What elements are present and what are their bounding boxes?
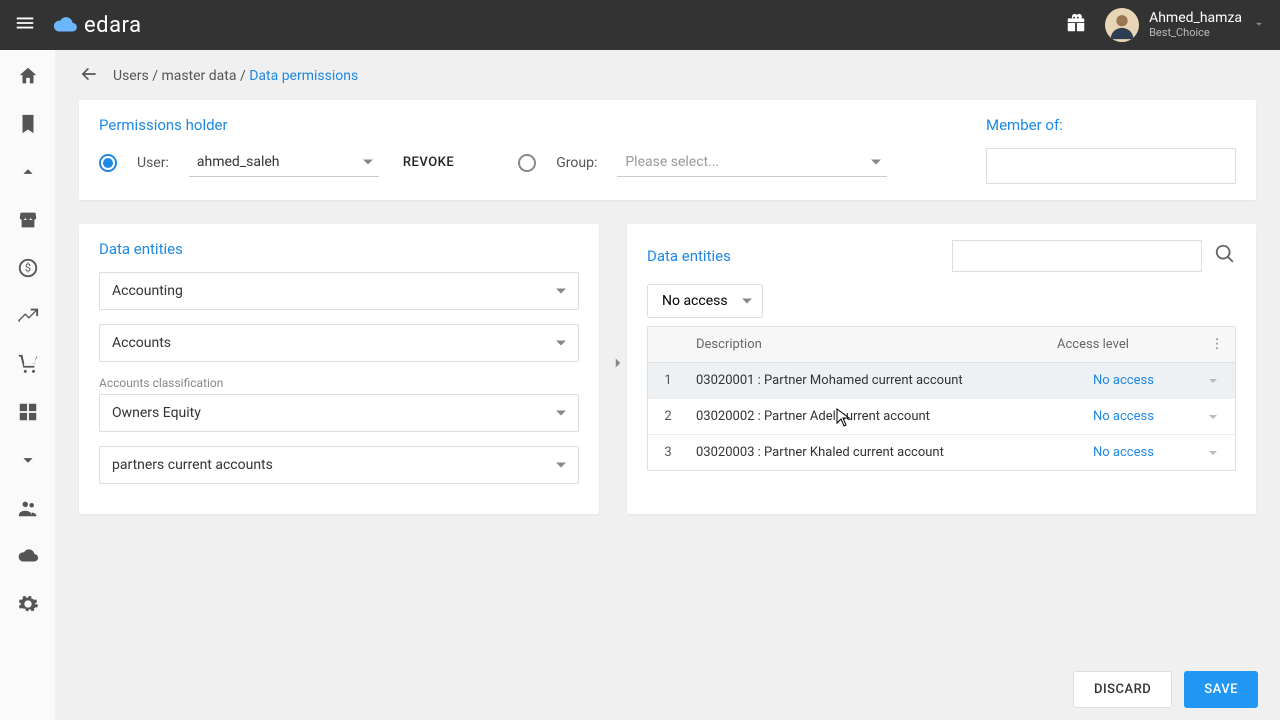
member-of-box[interactable] xyxy=(986,148,1236,184)
search-input[interactable] xyxy=(952,240,1202,272)
classification-select[interactable]: Owners Equity xyxy=(99,394,579,432)
entities-table: Description Access level ⋮ 1 03020001 : … xyxy=(647,326,1236,471)
people-icon[interactable] xyxy=(16,496,40,520)
left-title: Data entities xyxy=(99,240,579,258)
breadcrumb-master[interactable]: master data xyxy=(161,68,236,84)
bulk-access-select[interactable]: No access xyxy=(647,284,763,318)
row-access-select[interactable]: No access xyxy=(1085,435,1235,470)
classification-label: Accounts classification xyxy=(99,376,579,390)
row-access-select[interactable]: No access xyxy=(1085,399,1235,434)
bookmark-icon[interactable] xyxy=(16,112,40,136)
user-radio[interactable] xyxy=(99,154,117,172)
right-entities-panel: Data entities No access Description Acce… xyxy=(627,224,1256,514)
chevron-down-icon[interactable] xyxy=(16,448,40,472)
table-menu-icon[interactable]: ⋮ xyxy=(1199,327,1235,362)
home-icon[interactable] xyxy=(16,64,40,88)
permissions-holder-card: Permissions holder User: ahmed_saleh REV… xyxy=(79,100,1256,200)
col-description: Description xyxy=(688,327,1049,362)
col-access: Access level xyxy=(1049,327,1199,362)
leaf-select[interactable]: partners current accounts xyxy=(99,446,579,484)
save-button[interactable]: SAVE xyxy=(1184,671,1258,708)
group-label: Group: xyxy=(556,155,597,171)
user-subtitle: Best_Choice xyxy=(1149,27,1242,39)
breadcrumb-users[interactable]: Users xyxy=(113,68,149,84)
table-row[interactable]: 1 03020001 : Partner Mohamed current acc… xyxy=(648,363,1235,399)
chevron-up-icon[interactable] xyxy=(16,160,40,184)
left-entities-panel: Data entities Accounting Accounts Accoun… xyxy=(79,224,599,514)
user-name: Ahmed_hamza xyxy=(1149,11,1242,26)
table-row[interactable]: 2 03020002 : Partner Adel current accoun… xyxy=(648,399,1235,435)
user-menu[interactable]: Ahmed_hamza Best_Choice xyxy=(1105,8,1266,42)
gear-icon[interactable] xyxy=(16,592,40,616)
sidebar: $ xyxy=(0,50,55,720)
row-access-select[interactable]: No access xyxy=(1085,363,1235,398)
main-content: Users / master data / Data permissions P… xyxy=(55,50,1280,720)
grid-icon[interactable] xyxy=(16,400,40,424)
brand-text: edara xyxy=(84,13,142,38)
menu-icon[interactable] xyxy=(14,12,36,38)
category-select[interactable]: Accounting xyxy=(99,272,579,310)
group-select[interactable]: Please select... xyxy=(617,148,887,177)
right-title: Data entities xyxy=(647,247,731,265)
money-icon[interactable]: $ xyxy=(16,256,40,280)
member-of-title: Member of: xyxy=(986,116,1236,134)
user-label: User: xyxy=(137,155,169,171)
top-bar: edara Ahmed_hamza Best_Choice xyxy=(0,0,1280,50)
gift-icon[interactable] xyxy=(1065,12,1087,38)
discard-button[interactable]: DISCARD xyxy=(1073,671,1172,708)
store-icon[interactable] xyxy=(16,208,40,232)
avatar xyxy=(1105,8,1139,42)
table-row[interactable]: 3 03020003 : Partner Khaled current acco… xyxy=(648,435,1235,470)
expand-icon[interactable] xyxy=(609,354,627,376)
revoke-button[interactable]: REVOKE xyxy=(399,149,458,176)
chevron-down-icon xyxy=(1252,16,1266,35)
back-icon[interactable] xyxy=(79,64,99,88)
user-select[interactable]: ahmed_saleh xyxy=(189,148,379,177)
search-icon[interactable] xyxy=(1214,243,1236,269)
permissions-title: Permissions holder xyxy=(99,116,926,134)
brand-logo: edara xyxy=(52,12,142,38)
svg-text:$: $ xyxy=(24,262,30,275)
cloud-icon[interactable] xyxy=(16,544,40,568)
group-radio[interactable] xyxy=(518,154,536,172)
breadcrumb: Users / master data / Data permissions xyxy=(79,64,1256,88)
subcategory-select[interactable]: Accounts xyxy=(99,324,579,362)
trend-icon[interactable] xyxy=(16,304,40,328)
cart-icon[interactable] xyxy=(16,352,40,376)
breadcrumb-current: Data permissions xyxy=(249,68,358,84)
